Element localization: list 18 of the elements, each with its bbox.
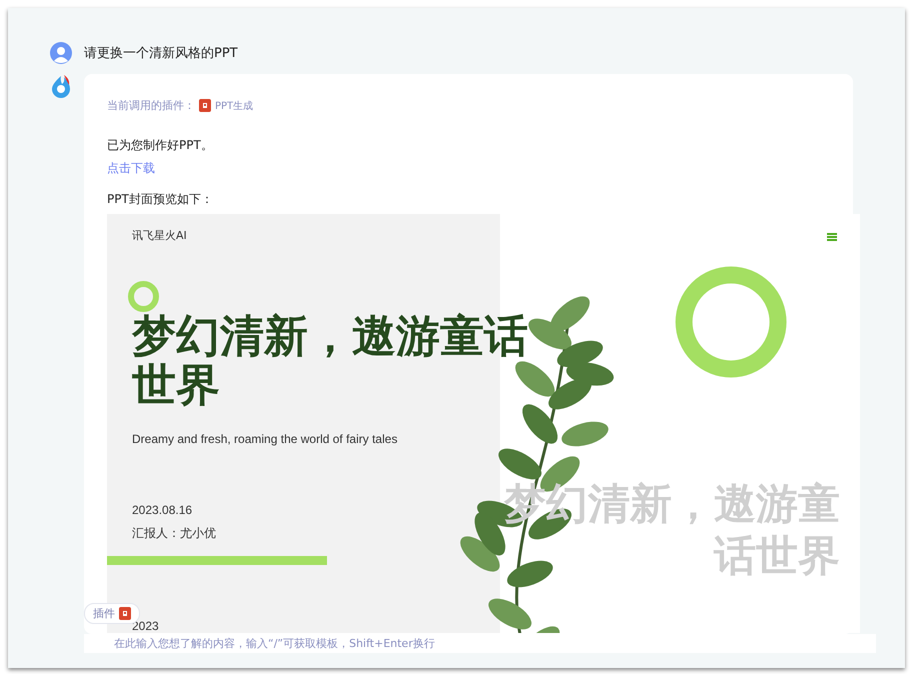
slide-title: 梦幻清新，遨游童话世界 xyxy=(132,312,529,410)
document-icon xyxy=(119,607,131,620)
download-link[interactable]: 点击下载 xyxy=(107,160,155,177)
brand-text: 讯飞星火AI xyxy=(132,228,187,243)
message-input[interactable]: 在此输入您想了解的内容，输入“/”可获取模板，Shift+Enter换行 xyxy=(84,634,876,653)
user-avatar-icon xyxy=(50,42,72,64)
assistant-logo-icon xyxy=(50,74,72,98)
menu-icon[interactable] xyxy=(827,232,837,242)
plugin-name: PPT生成 xyxy=(215,100,254,112)
preview-label: PPT封面预览如下： xyxy=(107,191,214,208)
reporter-text: 汇报人：尤小优 xyxy=(132,525,216,542)
document-icon xyxy=(199,99,211,112)
slide-subtitle: Dreamy and fresh, roaming the world of fairy tales xyxy=(132,432,398,446)
reply-text: 已为您制作好PPT。 xyxy=(107,137,214,154)
slide-date: 2023.08.16 xyxy=(132,503,192,517)
user-message: 请更换一个清新风格的PPT xyxy=(84,45,238,62)
ring-shape xyxy=(128,281,159,312)
plugin-label: 当前调用的插件： xyxy=(107,98,195,113)
